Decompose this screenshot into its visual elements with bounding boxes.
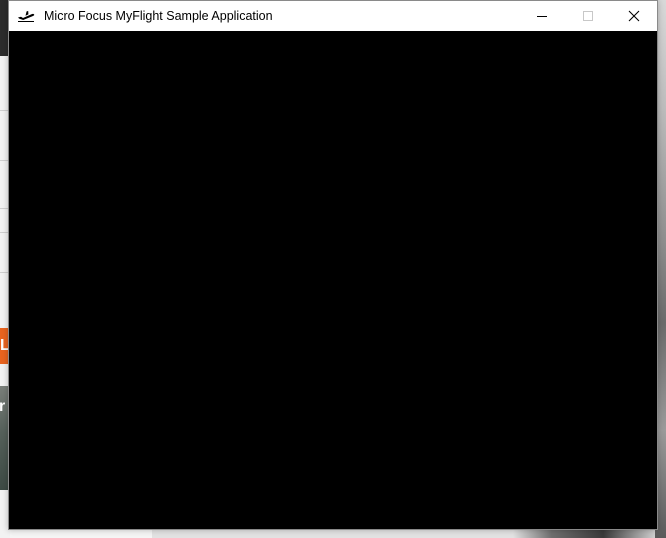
minimize-icon [537, 16, 547, 17]
background-photo-caption: r [0, 398, 6, 415]
window-controls [519, 1, 657, 31]
myflight-window[interactable]: Micro Focus MyFlight Sample Application [8, 0, 658, 530]
close-icon [628, 10, 640, 22]
maximize-button[interactable] [565, 1, 611, 31]
maximize-icon [583, 11, 593, 21]
window-title: Micro Focus MyFlight Sample Application [44, 9, 273, 23]
window-content-area [9, 31, 657, 529]
window-title-bar[interactable]: Micro Focus MyFlight Sample Application [9, 1, 657, 31]
close-button[interactable] [611, 1, 657, 31]
airplane-takeoff-icon [16, 9, 36, 23]
minimize-button[interactable] [519, 1, 565, 31]
